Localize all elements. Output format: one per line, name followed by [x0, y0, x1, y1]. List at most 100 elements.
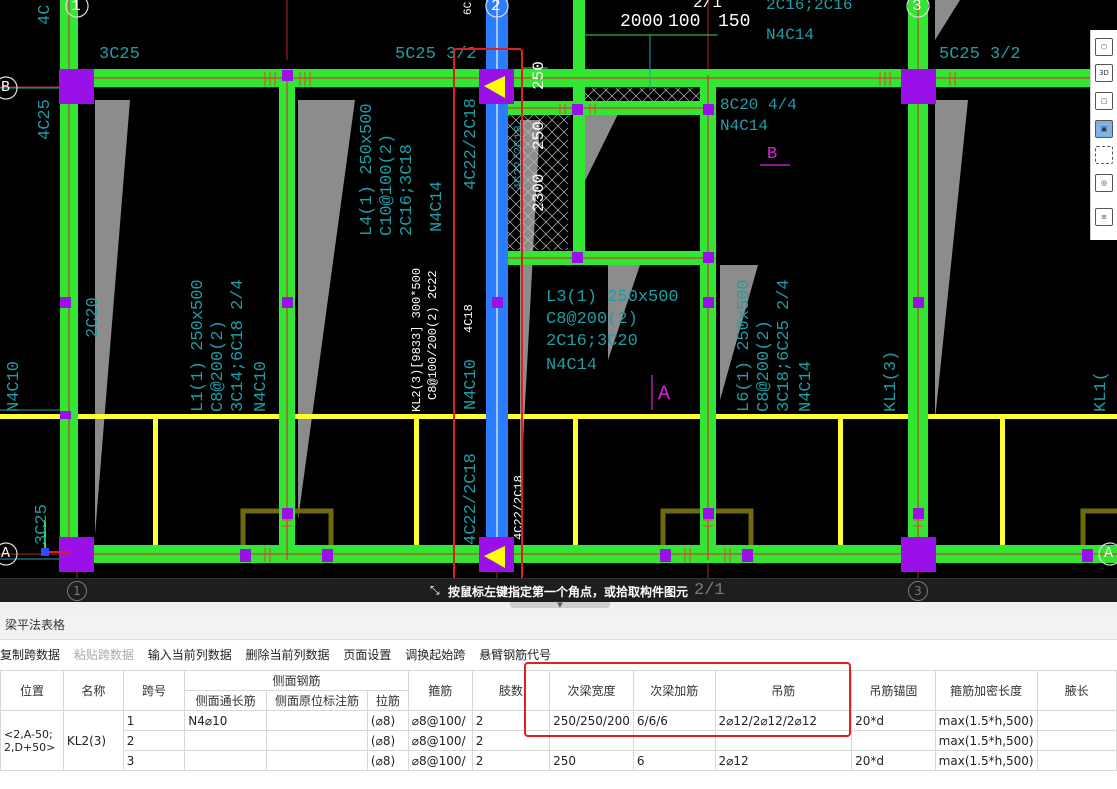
cursor-pick-icon: ⤡	[430, 583, 440, 597]
axis-label-right: A	[1104, 545, 1114, 562]
zoom-window-icon[interactable]	[1095, 146, 1113, 164]
beam-label-vertical: 4C22/2C18	[512, 125, 526, 190]
beam-label-vertical: N4C10	[252, 360, 271, 412]
cell-stirrup-dense[interactable]: max(1.5*h,500)	[934, 710, 1038, 731]
cell-haunch[interactable]	[1036, 710, 1117, 731]
axis-label-left: A	[1, 545, 11, 562]
cell-hanger-anchor[interactable]: 20*d	[851, 750, 936, 771]
col-header-secondary-width: 次梁宽度	[549, 670, 634, 711]
cell-span[interactable]: 2	[122, 730, 186, 751]
cell-tie[interactable]: (⌀8)	[366, 730, 409, 751]
axis-label-bottom: 2/1	[694, 581, 725, 600]
input-column-data-button[interactable]: 输入当前列数据	[148, 646, 232, 663]
view-3d-icon[interactable]: 3D	[1095, 64, 1113, 82]
cell-span[interactable]: 1	[122, 710, 186, 731]
cell-secondary-add[interactable]: 6/6/6	[632, 710, 716, 731]
axis-label-top: 2/1	[693, 0, 722, 12]
cell-stirrup-dense[interactable]: max(1.5*h,500)	[934, 730, 1038, 751]
cantilever-code-button[interactable]: 悬臂钢筋代号	[479, 646, 551, 663]
col-header-side-long: 侧面通长筋	[184, 690, 268, 711]
splitter-grip-icon[interactable]: ▼	[510, 602, 610, 609]
cell-stirrup-dense[interactable]: max(1.5*h,500)	[934, 750, 1038, 771]
cell-secondary-width[interactable]: 250/250/200	[549, 710, 634, 731]
green-beams	[60, 0, 1117, 563]
beam-label: L3(1) 250x500	[546, 288, 679, 307]
cell-side-orig[interactable]	[266, 730, 368, 751]
cell-side-long[interactable]: N4⌀10	[184, 710, 268, 731]
cell-haunch[interactable]	[1036, 750, 1117, 771]
cube-wireframe-icon[interactable]: ⬡	[1095, 38, 1113, 56]
beam-table-panel: 梁平法表格 复制跨数据 粘贴跨数据 输入当前列数据 删除当前列数据 页面设置 调…	[0, 610, 1117, 789]
beam-label-vertical: L1(1) 250x500	[189, 279, 208, 412]
cell-legs[interactable]: 2	[471, 710, 551, 731]
cell-legs[interactable]: 2	[471, 730, 551, 751]
beam-label-vertical: KL1(3)	[882, 350, 901, 412]
view-toolbar: ⬡ 3D ▢ ▣ ◎ ≡	[1090, 30, 1117, 240]
swap-start-span-button[interactable]: 调换起始跨	[405, 646, 465, 663]
cell-span[interactable]: 3	[122, 750, 186, 771]
beam-label-vertical: N4C10	[5, 360, 24, 412]
col-header-name: 名称	[62, 670, 124, 711]
col-header-legs: 肢数	[471, 670, 551, 711]
cell-secondary-add[interactable]: 6	[632, 750, 716, 771]
orbit-icon[interactable]: ◎	[1095, 174, 1113, 192]
drawing-canvas[interactable]: 1 2 2/1 3 B A A 2000 100 150 3C25 5C25 3…	[0, 0, 1117, 578]
cell-secondary-width[interactable]	[549, 730, 634, 751]
beam-label-vertical: L4(1) 250x500	[358, 103, 377, 236]
cell-legs[interactable]: 2	[471, 750, 551, 771]
cube-solid-icon[interactable]: ▣	[1095, 120, 1113, 138]
beam-label-vertical: 3C14;6C18 2/4	[229, 279, 248, 412]
cell-hanger-anchor[interactable]	[851, 730, 936, 751]
dim-text-vertical: 250	[530, 121, 548, 150]
col-header-position: 位置	[0, 670, 64, 711]
cell-stirrup[interactable]: ⌀8@100/	[407, 710, 473, 731]
beam-label-vertical: 4C	[36, 4, 55, 25]
beam-label: 2C16;2C16	[766, 0, 853, 14]
cell-hanger[interactable]	[714, 730, 853, 751]
panel-splitter[interactable]: ▼	[0, 602, 1117, 610]
beam-label-vertical: C10@100(2)	[378, 133, 397, 236]
cell-stirrup[interactable]: ⌀8@100/	[407, 730, 473, 751]
page-setup-button[interactable]: 页面设置	[343, 646, 391, 663]
dimension-lines	[522, 34, 716, 69]
delete-column-data-button[interactable]: 删除当前列数据	[246, 646, 330, 663]
table-row[interactable]: 3 (⌀8) ⌀8@100/ 2 250 6 2⌀12 20*d max(1.5…	[1, 750, 1117, 771]
cell-hanger[interactable]: 2⌀12/2⌀12/2⌀12	[714, 710, 853, 731]
slab-shade	[298, 100, 355, 520]
cell-side-orig[interactable]	[266, 710, 368, 731]
cell-side-long[interactable]	[184, 750, 268, 771]
cell-side-orig[interactable]	[266, 750, 368, 771]
olive-footings	[240, 508, 1117, 548]
beam-label: C8@200(2)	[546, 310, 638, 329]
beam-label-vertical: C8@200(2)	[755, 320, 774, 412]
beam-label-vertical: 2C16;3C18	[398, 144, 417, 236]
beam-label: N4C14	[546, 356, 598, 375]
table-row[interactable]: <2,A-50; 2,D+50> KL2(3) 1 N4⌀10 (⌀8) ⌀8@…	[0, 710, 1117, 771]
col-header-side-bars: 侧面钢筋	[184, 670, 409, 691]
beam-label-vertical: C8@200(2)	[209, 320, 228, 412]
cell-position[interactable]: <2,A-50; 2,D+50>	[0, 710, 64, 771]
cell-hanger-anchor[interactable]: 20*d	[851, 710, 936, 731]
col-header-stirrup-dense: 箍筋加密长度	[934, 670, 1038, 711]
dim-text-vertical: 2300	[530, 173, 548, 212]
copy-span-data-button[interactable]: 复制跨数据	[0, 646, 60, 663]
beam-label-vertical: L6(1) 250x500	[735, 279, 754, 412]
table-row[interactable]: 2 (⌀8) ⌀8@100/ 2 max(1.5*h,500)	[1, 730, 1117, 751]
dim-text: 150	[718, 12, 751, 32]
cell-secondary-add[interactable]	[632, 730, 716, 751]
cell-haunch[interactable]	[1036, 730, 1117, 751]
cell-secondary-width[interactable]: 250	[549, 750, 634, 771]
slab-shade	[935, 0, 960, 40]
cell-stirrup[interactable]: ⌀8@100/	[407, 750, 473, 771]
axis-bubble-bottom: 1	[67, 581, 87, 601]
box-view-icon[interactable]: ▢	[1095, 92, 1113, 110]
cell-hanger[interactable]: 2⌀12	[714, 750, 853, 771]
cell-side-long[interactable]	[184, 730, 268, 751]
properties-icon[interactable]: ≡	[1095, 208, 1113, 226]
cell-tie[interactable]: (⌀8)	[366, 750, 409, 771]
col-header-secondary-add: 次梁加筋	[632, 670, 716, 711]
dim-text: 100	[668, 12, 701, 32]
col-header-hanger: 吊筋	[714, 670, 853, 711]
cell-name[interactable]: KL2(3)	[62, 710, 124, 771]
cell-tie[interactable]: (⌀8)	[366, 710, 409, 731]
